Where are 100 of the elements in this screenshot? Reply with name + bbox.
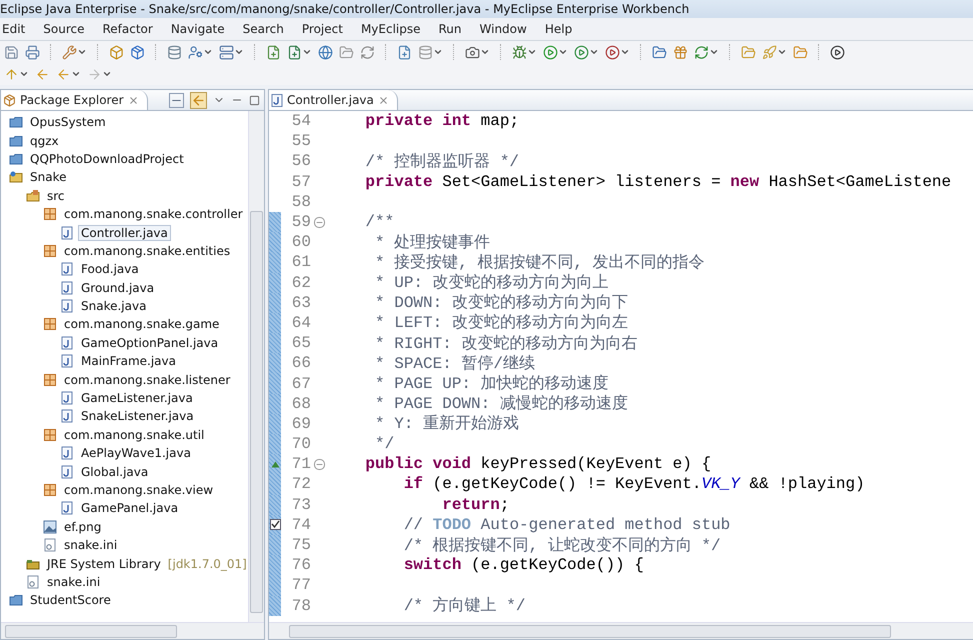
tree-item[interactable]: AePlayWave1.java (78, 445, 194, 462)
close-icon[interactable] (128, 94, 139, 106)
wrench-icon[interactable] (62, 44, 77, 60)
save-icon[interactable] (4, 44, 19, 60)
code-line: * PAGE DOWN: 减慢蛇的移动速度 (374, 394, 628, 414)
caret-icon[interactable] (589, 47, 599, 57)
caret-icon[interactable] (709, 47, 719, 57)
menu-item[interactable]: Edit (0, 22, 28, 36)
folder-icon (9, 134, 23, 148)
fold-toggle-icon[interactable] (314, 458, 324, 470)
folder-icon[interactable] (339, 44, 354, 60)
menu-item[interactable]: Search (240, 22, 286, 36)
printer-icon[interactable] (25, 44, 40, 60)
menu-item[interactable]: Source (41, 22, 86, 36)
horizontal-scrollbar[interactable] (1, 622, 264, 639)
horizontal-scrollbar[interactable] (269, 622, 973, 639)
tree-item[interactable]: com.manong.snake.controller (61, 206, 246, 222)
tree-item[interactable]: GameOptionPanel.java (78, 334, 222, 351)
tree-item[interactable]: ef.png (61, 518, 104, 535)
tree-item[interactable]: snake.ini (61, 537, 120, 554)
caret-icon[interactable] (527, 47, 537, 57)
tree-item[interactable]: StudentScore (27, 592, 114, 608)
tree-item[interactable]: GamePanel.java (78, 500, 182, 516)
tree-item[interactable]: com.manong.snake.game (61, 316, 222, 332)
menu-item[interactable]: Help (542, 22, 574, 36)
java-file-icon (60, 280, 74, 295)
caret-icon[interactable] (102, 69, 112, 79)
file-icon[interactable] (397, 44, 412, 60)
java-file-icon (60, 336, 74, 350)
file-icon[interactable] (287, 44, 302, 60)
tree-item[interactable]: SnakeListener.java (78, 408, 197, 424)
tree-item[interactable]: OpusSystem (27, 114, 109, 130)
caret-icon[interactable] (19, 69, 29, 79)
caret-icon[interactable] (77, 47, 87, 57)
menu-item[interactable]: Navigate (168, 22, 227, 36)
tree-item[interactable]: com.manong.snake.listener (61, 372, 234, 388)
line-number: 76 (290, 556, 311, 574)
caret-icon[interactable] (620, 47, 630, 57)
menu-item[interactable]: Project (300, 22, 345, 36)
tree-item[interactable]: Snake (27, 169, 70, 186)
line-number: 64 (290, 314, 311, 332)
refresh-icon[interactable] (360, 44, 375, 60)
java-file-icon (60, 299, 74, 314)
tree-item[interactable]: Ground.java (78, 280, 158, 296)
camera-icon[interactable] (465, 44, 480, 60)
caret-icon[interactable] (71, 69, 81, 79)
play-icon[interactable] (605, 44, 620, 60)
tree-item[interactable]: com.manong.snake.entities (61, 242, 234, 259)
tree-item[interactable]: qgzx (27, 132, 62, 149)
vertical-scrollbar[interactable] (248, 111, 264, 622)
code-line: /** (364, 213, 394, 232)
tree-item[interactable]: GameListener.java (78, 390, 196, 406)
bug-icon[interactable] (512, 44, 527, 60)
tree-item[interactable]: Food.java (78, 261, 142, 278)
tree-item[interactable]: snake.ini (44, 574, 104, 590)
tree-item[interactable]: com.manong.snake.view (61, 482, 216, 498)
package-icon[interactable] (130, 44, 145, 60)
maximize-icon[interactable] (249, 94, 260, 106)
refresh-icon[interactable] (694, 44, 709, 60)
code-line: * LEFT: 改变蛇的移动方向为向左 (374, 312, 628, 334)
tree-item[interactable]: Snake.java (78, 298, 150, 314)
play-icon[interactable] (830, 44, 845, 60)
menu-item[interactable]: Refactor (100, 22, 155, 36)
globe-icon[interactable] (318, 44, 333, 60)
tree-item[interactable]: com.manong.snake.util (61, 426, 208, 443)
user-icon[interactable] (188, 44, 203, 60)
view-tab[interactable]: Package Explorer (1, 90, 148, 110)
file-icon[interactable] (266, 44, 281, 60)
tree-item[interactable]: Global.java (78, 464, 152, 480)
line-number: 56 (290, 152, 311, 170)
collapse-all-icon[interactable] (169, 92, 184, 108)
caret-icon[interactable] (558, 47, 568, 57)
caret-icon[interactable] (777, 47, 787, 57)
database-icon[interactable] (167, 44, 182, 60)
caret-icon[interactable] (480, 47, 490, 57)
fold-toggle-icon[interactable] (314, 216, 324, 228)
tree-item[interactable]: QQPhotoDownloadProject (27, 150, 187, 167)
code-line: private Set<GameListener> listeners = new HashSet<GameListene (364, 172, 952, 191)
link-arrows-icon[interactable] (190, 92, 207, 108)
gift-icon[interactable] (673, 44, 688, 60)
editor-tab[interactable]: Controller.java (269, 90, 398, 110)
tree-item[interactable]: JRE System Library (44, 556, 164, 572)
folder-icon[interactable] (652, 44, 667, 60)
menu-item[interactable]: MyEclipse (358, 22, 422, 36)
code-line: switch (e.getKeyCode()) { (402, 556, 644, 574)
tree-item[interactable]: MainFrame.java (78, 353, 179, 370)
folder-icon[interactable] (793, 44, 808, 60)
caret-icon[interactable] (302, 47, 312, 57)
caret-icon[interactable] (234, 47, 244, 57)
caret-icon[interactable] (433, 47, 443, 57)
tree-item[interactable]: Controller.java (78, 224, 171, 241)
menu-item[interactable]: Run (436, 22, 464, 36)
folder-icon[interactable] (741, 44, 756, 60)
close-icon[interactable] (378, 94, 389, 106)
caret-icon[interactable] (203, 47, 213, 57)
box-icon[interactable] (109, 44, 124, 60)
menu-item[interactable]: Window (478, 22, 529, 36)
line-number: 68 (290, 394, 311, 413)
tree-item[interactable]: src (44, 188, 68, 204)
server-icon[interactable] (219, 44, 234, 60)
